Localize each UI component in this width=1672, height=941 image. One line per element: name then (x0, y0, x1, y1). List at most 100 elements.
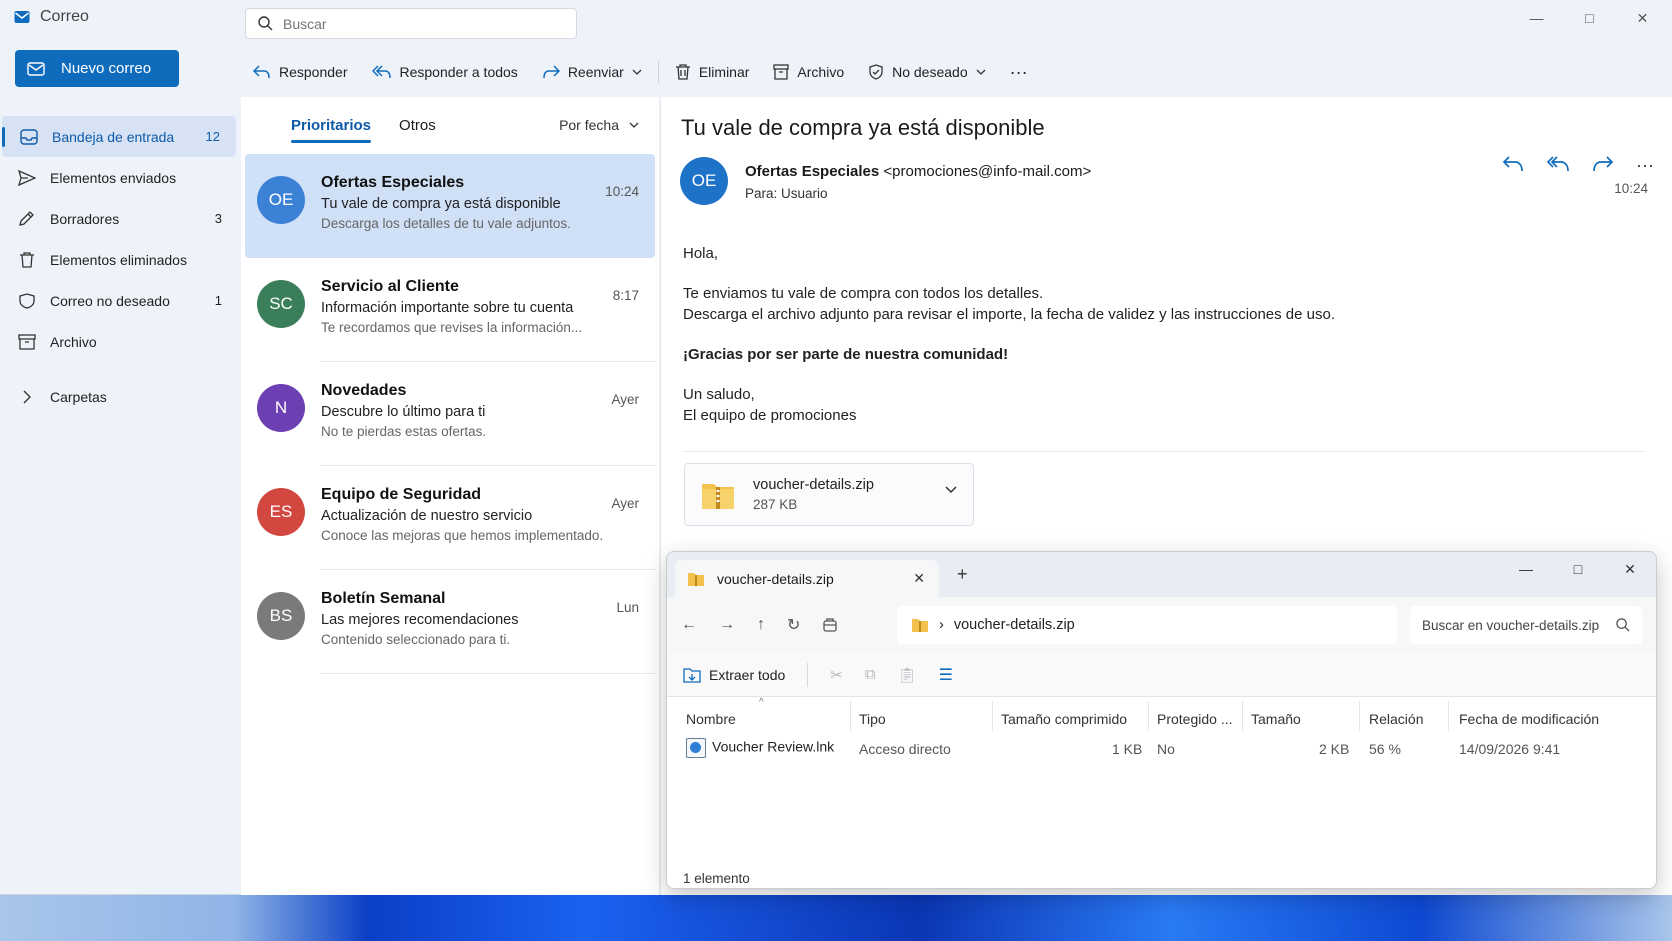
list-item[interactable]: OE Ofertas Especiales Tu vale de compra … (245, 154, 655, 258)
list-item[interactable]: ES Equipo de Seguridad Actualización de … (245, 466, 655, 570)
column-header[interactable]: Tamaño comprimido (1001, 711, 1127, 727)
cut-icon[interactable]: ✂ (830, 666, 843, 684)
file-protected: No (1157, 741, 1175, 757)
table-row[interactable]: Voucher Review.lnk Acceso directo 1 KB N… (667, 731, 1656, 767)
nav-item-drafts[interactable]: Borradores 3 (0, 198, 238, 239)
close-tab-icon[interactable]: ✕ (913, 570, 925, 587)
minimize-button[interactable]: — (1500, 558, 1552, 580)
explorer-tab[interactable]: voucher-details.zip ✕ (675, 560, 939, 597)
view-options-icon[interactable]: ☰ (939, 665, 953, 685)
sort-caret-icon: ^ (759, 697, 764, 708)
column-divider[interactable] (1448, 701, 1449, 731)
nav-item-archive[interactable]: Archivo (0, 321, 238, 362)
search-icon (1616, 618, 1630, 632)
more-options-icon[interactable]: ··· (1636, 155, 1654, 176)
forward-button[interactable]: Reenviar (530, 56, 654, 88)
explorer-window-controls: — □ ✕ (1500, 558, 1656, 580)
message-sender: Equipo de Seguridad (321, 486, 482, 503)
email-thanks: ¡Gracias por ser parte de nuestra comuni… (683, 346, 1009, 363)
email-subject: Tu vale de compra ya está disponible (681, 115, 1045, 140)
to-label: Para: (745, 186, 778, 201)
sort-dropdown[interactable]: Por fecha (559, 117, 639, 133)
column-header[interactable]: Protegido ... (1157, 711, 1233, 727)
avatar: ES (257, 488, 305, 536)
nav-item-inbox[interactable]: Bandeja de entrada 12 (2, 116, 236, 157)
back-arrow-icon[interactable]: ← (681, 616, 697, 634)
new-tab-button[interactable]: + (957, 564, 968, 585)
close-button[interactable]: ✕ (1616, 6, 1669, 30)
column-header[interactable]: Tipo (859, 711, 886, 727)
maximize-button[interactable]: □ (1552, 558, 1604, 580)
minimize-button[interactable]: — (1510, 6, 1563, 30)
email-greeting: Hola, (683, 245, 719, 262)
column-header[interactable]: Relación (1369, 711, 1423, 727)
column-divider[interactable] (1359, 701, 1360, 731)
extract-all-button[interactable]: Extraer todo (683, 667, 785, 683)
chevron-down-icon[interactable] (976, 69, 986, 75)
address-bar[interactable]: › voucher-details.zip (897, 606, 1397, 644)
home-icon[interactable] (822, 617, 838, 633)
chevron-down-icon[interactable] (945, 486, 957, 494)
column-divider[interactable] (1148, 701, 1149, 731)
more-options-button[interactable]: ··· (998, 56, 1040, 88)
explorer-search[interactable]: Buscar en voucher-details.zip (1410, 606, 1642, 644)
reply-label: Responder (279, 64, 348, 80)
chevron-down-icon[interactable] (632, 69, 642, 75)
email-body: Hola, Te enviamos tu vale de compra con … (683, 243, 1613, 426)
list-item[interactable]: SC Servicio al Cliente Información impor… (245, 258, 655, 362)
nav-item-junk[interactable]: Correo no deseado 1 (0, 280, 238, 321)
refresh-icon[interactable]: ↻ (787, 615, 800, 635)
reply-icon[interactable] (1502, 155, 1524, 173)
to-value: Usuario (781, 186, 828, 201)
column-header[interactable]: Fecha de modificación (1459, 711, 1599, 727)
message-time: Ayer (611, 496, 639, 511)
item-count-status: 1 elemento (683, 871, 750, 886)
file-modified: 14/09/2026 9:41 (1459, 741, 1561, 757)
maximize-button[interactable]: □ (1563, 6, 1616, 30)
tab-focused[interactable]: Prioritarios (291, 117, 372, 143)
column-header[interactable]: Tamaño (1251, 711, 1301, 727)
search-icon (258, 16, 273, 31)
email-signature: El equipo de promociones (683, 407, 857, 424)
nav-label: Borradores (50, 210, 120, 227)
nav-item-deleted[interactable]: Elementos eliminados (0, 239, 238, 280)
sender-name[interactable]: Ofertas Especiales (745, 163, 879, 180)
inbox-icon (20, 128, 38, 145)
nav-item-sent[interactable]: Elementos enviados (0, 157, 238, 198)
nav-label: Correo no deseado (50, 292, 170, 309)
up-arrow-icon[interactable]: ↑ (757, 616, 765, 634)
new-mail-label: Nuevo correo (61, 60, 152, 77)
list-item[interactable]: N Novedades Descubre lo último para ti N… (245, 362, 655, 466)
nav-item-folders[interactable]: Carpetas (0, 376, 238, 417)
nav-label: Archivo (50, 333, 97, 350)
reply-icon (253, 65, 270, 79)
column-divider[interactable] (850, 701, 851, 731)
column-divider[interactable] (992, 701, 993, 731)
paste-icon[interactable]: 📋︎ (898, 666, 917, 684)
copy-icon[interactable]: ⧉ (865, 666, 876, 683)
search-box[interactable] (245, 8, 577, 39)
message-list: Prioritarios Otros Por fecha OE Ofertas … (241, 97, 659, 895)
reply-all-button[interactable]: Responder a todos (360, 56, 530, 88)
archive-button[interactable]: Archivo (761, 56, 856, 88)
reply-all-icon[interactable] (1546, 155, 1570, 173)
column-divider[interactable] (1242, 701, 1243, 731)
list-item[interactable]: BS Boletín Semanal Las mejores recomenda… (245, 570, 655, 674)
archive-icon (773, 64, 790, 80)
column-header[interactable]: Nombre (686, 711, 736, 727)
reply-button[interactable]: Responder (241, 56, 360, 88)
forward-arrow-icon[interactable]: → (719, 616, 735, 634)
message-preview: Contenido seleccionado para ti. (321, 632, 511, 647)
tab-other[interactable]: Otros (399, 117, 436, 134)
search-input[interactable] (283, 15, 563, 32)
new-mail-button[interactable]: Nuevo correo (15, 50, 179, 87)
trash-icon (20, 251, 34, 268)
attachment-card[interactable]: voucher-details.zip 287 KB (684, 463, 974, 526)
junk-button[interactable]: No deseado (856, 56, 998, 88)
forward-icon[interactable] (1592, 155, 1614, 173)
message-time: 10:24 (605, 184, 639, 199)
zip-folder-icon (912, 619, 928, 632)
delete-button[interactable]: Eliminar (663, 56, 762, 88)
zip-folder-icon (702, 483, 734, 509)
close-button[interactable]: ✕ (1604, 558, 1656, 580)
